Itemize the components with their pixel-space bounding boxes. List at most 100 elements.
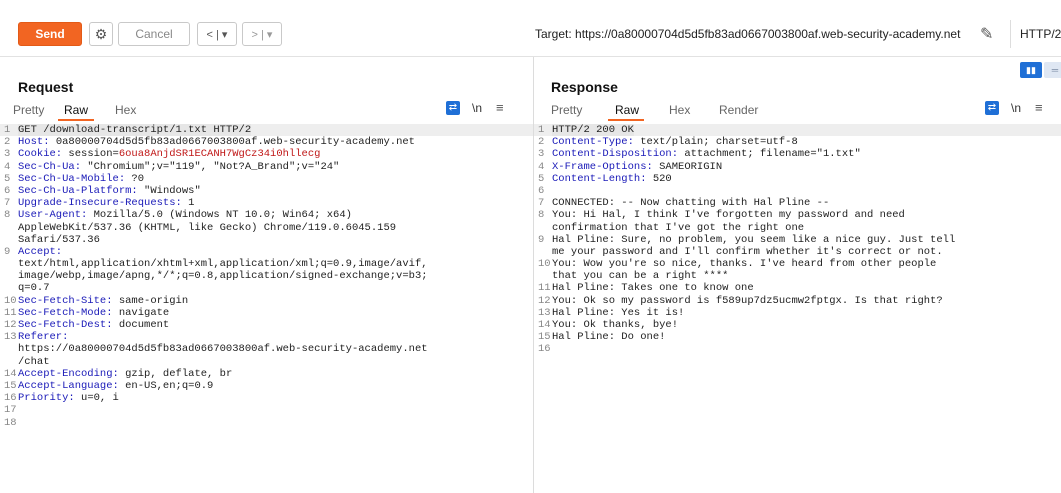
tab-hex[interactable]: Hex — [115, 103, 136, 117]
layout-side-by-side-icon[interactable]: ▮▮ — [1020, 62, 1042, 78]
toolbar: Send ⚙ Cancel < | ▾ > | ▾ Target: https:… — [0, 0, 1061, 57]
editor-line: me your password and I'll confirm whethe… — [534, 246, 1061, 258]
editor-line: 2 Host: 0a80000704d5d5fb83ad0667003800af.… — [0, 136, 533, 148]
editor-line: 4 Sec-Ch-Ua: "Chromium";v="119", "Not?A_B… — [0, 161, 533, 173]
editor-line: 2 Content-Type: text/plain; charset=utf-8 — [534, 136, 1061, 148]
line-text: CONNECTED: -- Now chatting with Hal Plin… — [552, 197, 830, 210]
editor-line: confirmation that I've got the right one — [534, 222, 1061, 234]
tab-render[interactable]: Render — [719, 103, 758, 117]
line-text: document — [112, 319, 170, 331]
editor-line: 14 Accept-Encoding: gzip, deflate, br — [0, 368, 533, 380]
line-content: Sec-Ch-Ua-Mobile: ?0 — [18, 173, 144, 185]
line-text: same-origin — [112, 294, 189, 307]
line-content: Sec-Ch-Ua-Platform: "Windows" — [18, 185, 201, 197]
line-content: Sec-Fetch-Mode: navigate — [18, 307, 169, 319]
editor-line: 5 Content-Length: 520 — [534, 173, 1061, 185]
layout-stacked-icon[interactable]: ═ — [1044, 62, 1061, 78]
tab-raw[interactable]: Raw — [615, 103, 639, 117]
protocol-label[interactable]: HTTP/2 — [1020, 27, 1061, 41]
line-text: 0a80000704d5d5fb83ad0667003800af.web-sec… — [49, 136, 415, 149]
line-text: https://0a80000704d5d5fb83ad0667003800af… — [18, 343, 428, 356]
word-wrap-icon[interactable]: ⇄ — [446, 100, 460, 115]
line-text: text/plain; charset=utf-8 — [633, 136, 798, 149]
show-newlines-icon[interactable]: \n — [1011, 101, 1021, 115]
line-content: Safari/537.36 — [18, 234, 100, 246]
editor-line: 8 User-Agent: Mozilla/5.0 (Windows NT 10.… — [0, 209, 533, 221]
response-editor[interactable]: 1 HTTP/2 200 OK 2 Content-Type: text/plain;… — [534, 124, 1061, 493]
show-newlines-icon[interactable]: \n — [472, 101, 482, 115]
edit-target-pencil-icon[interactable]: ✎ — [980, 24, 993, 44]
line-content: Referer: — [18, 331, 68, 343]
line-text: You: Ok so my password is f589up7dz5ucmw… — [552, 294, 943, 307]
line-content: You: Ok so my password is f589up7dz5ucmw… — [552, 295, 943, 307]
header-name: Sec-Fetch-Site: — [18, 294, 113, 307]
tab-raw[interactable]: Raw — [64, 103, 88, 117]
line-content: Sec-Fetch-Site: same-origin — [18, 295, 188, 307]
active-tab-indicator — [608, 119, 644, 121]
line-content: me your password and I'll confirm whethe… — [552, 246, 943, 258]
menu-icon[interactable]: ≡ — [1035, 100, 1043, 115]
header-name: User-Agent: — [18, 209, 88, 222]
line-content: Content-Length: 520 — [552, 173, 672, 185]
line-number: 6 — [538, 184, 545, 197]
line-content: User-Agent: Mozilla/5.0 (Windows NT 10.0… — [18, 209, 352, 221]
editor-line: 9 Hal Pline: Sure, no problem, you seem l… — [534, 234, 1061, 246]
line-content: q=0.7 — [18, 282, 50, 294]
line-content: Hal Pline: Takes one to know one — [552, 282, 754, 294]
tab-pretty[interactable]: Pretty — [551, 103, 582, 117]
tab-pretty[interactable]: Pretty — [13, 103, 44, 117]
header-name: Accept-Encoding: — [18, 367, 119, 380]
editor-line: https://0a80000704d5d5fb83ad0667003800af… — [0, 343, 533, 355]
menu-icon[interactable]: ≡ — [496, 100, 504, 115]
line-text: 520 — [646, 172, 672, 185]
line-text: You: Wow you're so nice, thanks. I've he… — [552, 258, 937, 271]
target-label: Target: https://0a80000704d5d5fb83ad0667… — [535, 27, 961, 41]
line-content: Sec-Fetch-Dest: document — [18, 319, 169, 331]
line-content: /chat — [18, 356, 50, 368]
toolbar-divider — [1010, 20, 1011, 48]
line-content: You: Wow you're so nice, thanks. I've he… — [552, 258, 936, 270]
line-content: Content-Disposition: attachment; filenam… — [552, 148, 861, 160]
line-content: Host: 0a80000704d5d5fb83ad0667003800af.w… — [18, 136, 415, 148]
line-text: You: Hi Hal, I think I've forgotten my p… — [552, 209, 905, 222]
line-text: me your password and I'll confirm whethe… — [552, 245, 943, 258]
header-name: Host: — [18, 136, 50, 149]
send-button[interactable]: Send — [18, 22, 82, 46]
request-editor-actions: ⇄ \n ≡ — [446, 100, 504, 115]
line-content: Priority: u=0, i — [18, 392, 119, 404]
request-pane: Request Pretty Raw Hex ⇄ \n ≡ 1 GET /downlo… — [0, 57, 533, 493]
tab-hex[interactable]: Hex — [669, 103, 690, 117]
cancel-button[interactable]: Cancel — [118, 22, 190, 46]
line-content: image/webp,image/apng,*/*;q=0.8,applicat… — [18, 270, 428, 282]
header-name: Accept: — [18, 245, 63, 258]
header-name: Upgrade-Insecure-Requests: — [18, 197, 182, 210]
line-content: that you can be a right **** — [552, 270, 728, 282]
line-content: You: Ok thanks, bye! — [552, 319, 678, 331]
header-name: Cookie: — [18, 148, 63, 161]
header-name: Sec-Ch-Ua-Mobile: — [18, 172, 126, 185]
line-content: AppleWebKit/537.36 (KHTML, like Gecko) C… — [18, 222, 396, 234]
editor-line: 11 Hal Pline: Takes one to know one — [534, 282, 1061, 294]
line-content: X-Frame-Options: SAMEORIGIN — [552, 161, 722, 173]
line-text: that you can be a right **** — [552, 270, 729, 283]
editor-line: 15 Hal Pline: Do one! — [534, 331, 1061, 343]
header-name: Content-Disposition: — [552, 148, 679, 161]
line-content: GET /download-transcript/1.txt HTTP/2 — [18, 124, 252, 137]
request-tabs: Pretty Raw Hex ⇄ \n ≡ — [0, 99, 533, 121]
line-text: confirmation that I've got the right one — [552, 221, 805, 234]
word-wrap-icon[interactable]: ⇄ — [985, 100, 999, 115]
editor-line: 18 — [0, 417, 533, 429]
history-forward-button[interactable]: > | ▾ — [242, 22, 282, 46]
settings-gear-icon[interactable]: ⚙ — [89, 22, 113, 46]
line-content: Hal Pline: Yes it is! — [552, 307, 684, 319]
editor-line: 16 Priority: u=0, i — [0, 392, 533, 404]
line-content: Accept-Encoding: gzip, deflate, br — [18, 368, 232, 380]
line-text: Mozilla/5.0 (Windows NT 10.0; Win64; x64… — [87, 209, 352, 222]
history-back-button[interactable]: < | ▾ — [197, 22, 237, 46]
header-name: X-Frame-Options: — [552, 160, 653, 173]
line-text: Hal Pline: Do one! — [552, 331, 666, 344]
editor-line: text/html,application/xhtml+xml,applicat… — [0, 258, 533, 270]
request-editor[interactable]: 1 GET /download-transcript/1.txt HTTP/2 2 H… — [0, 124, 533, 493]
line-text: 1 — [181, 197, 195, 210]
editor-line: 12 Sec-Fetch-Dest: document — [0, 319, 533, 331]
